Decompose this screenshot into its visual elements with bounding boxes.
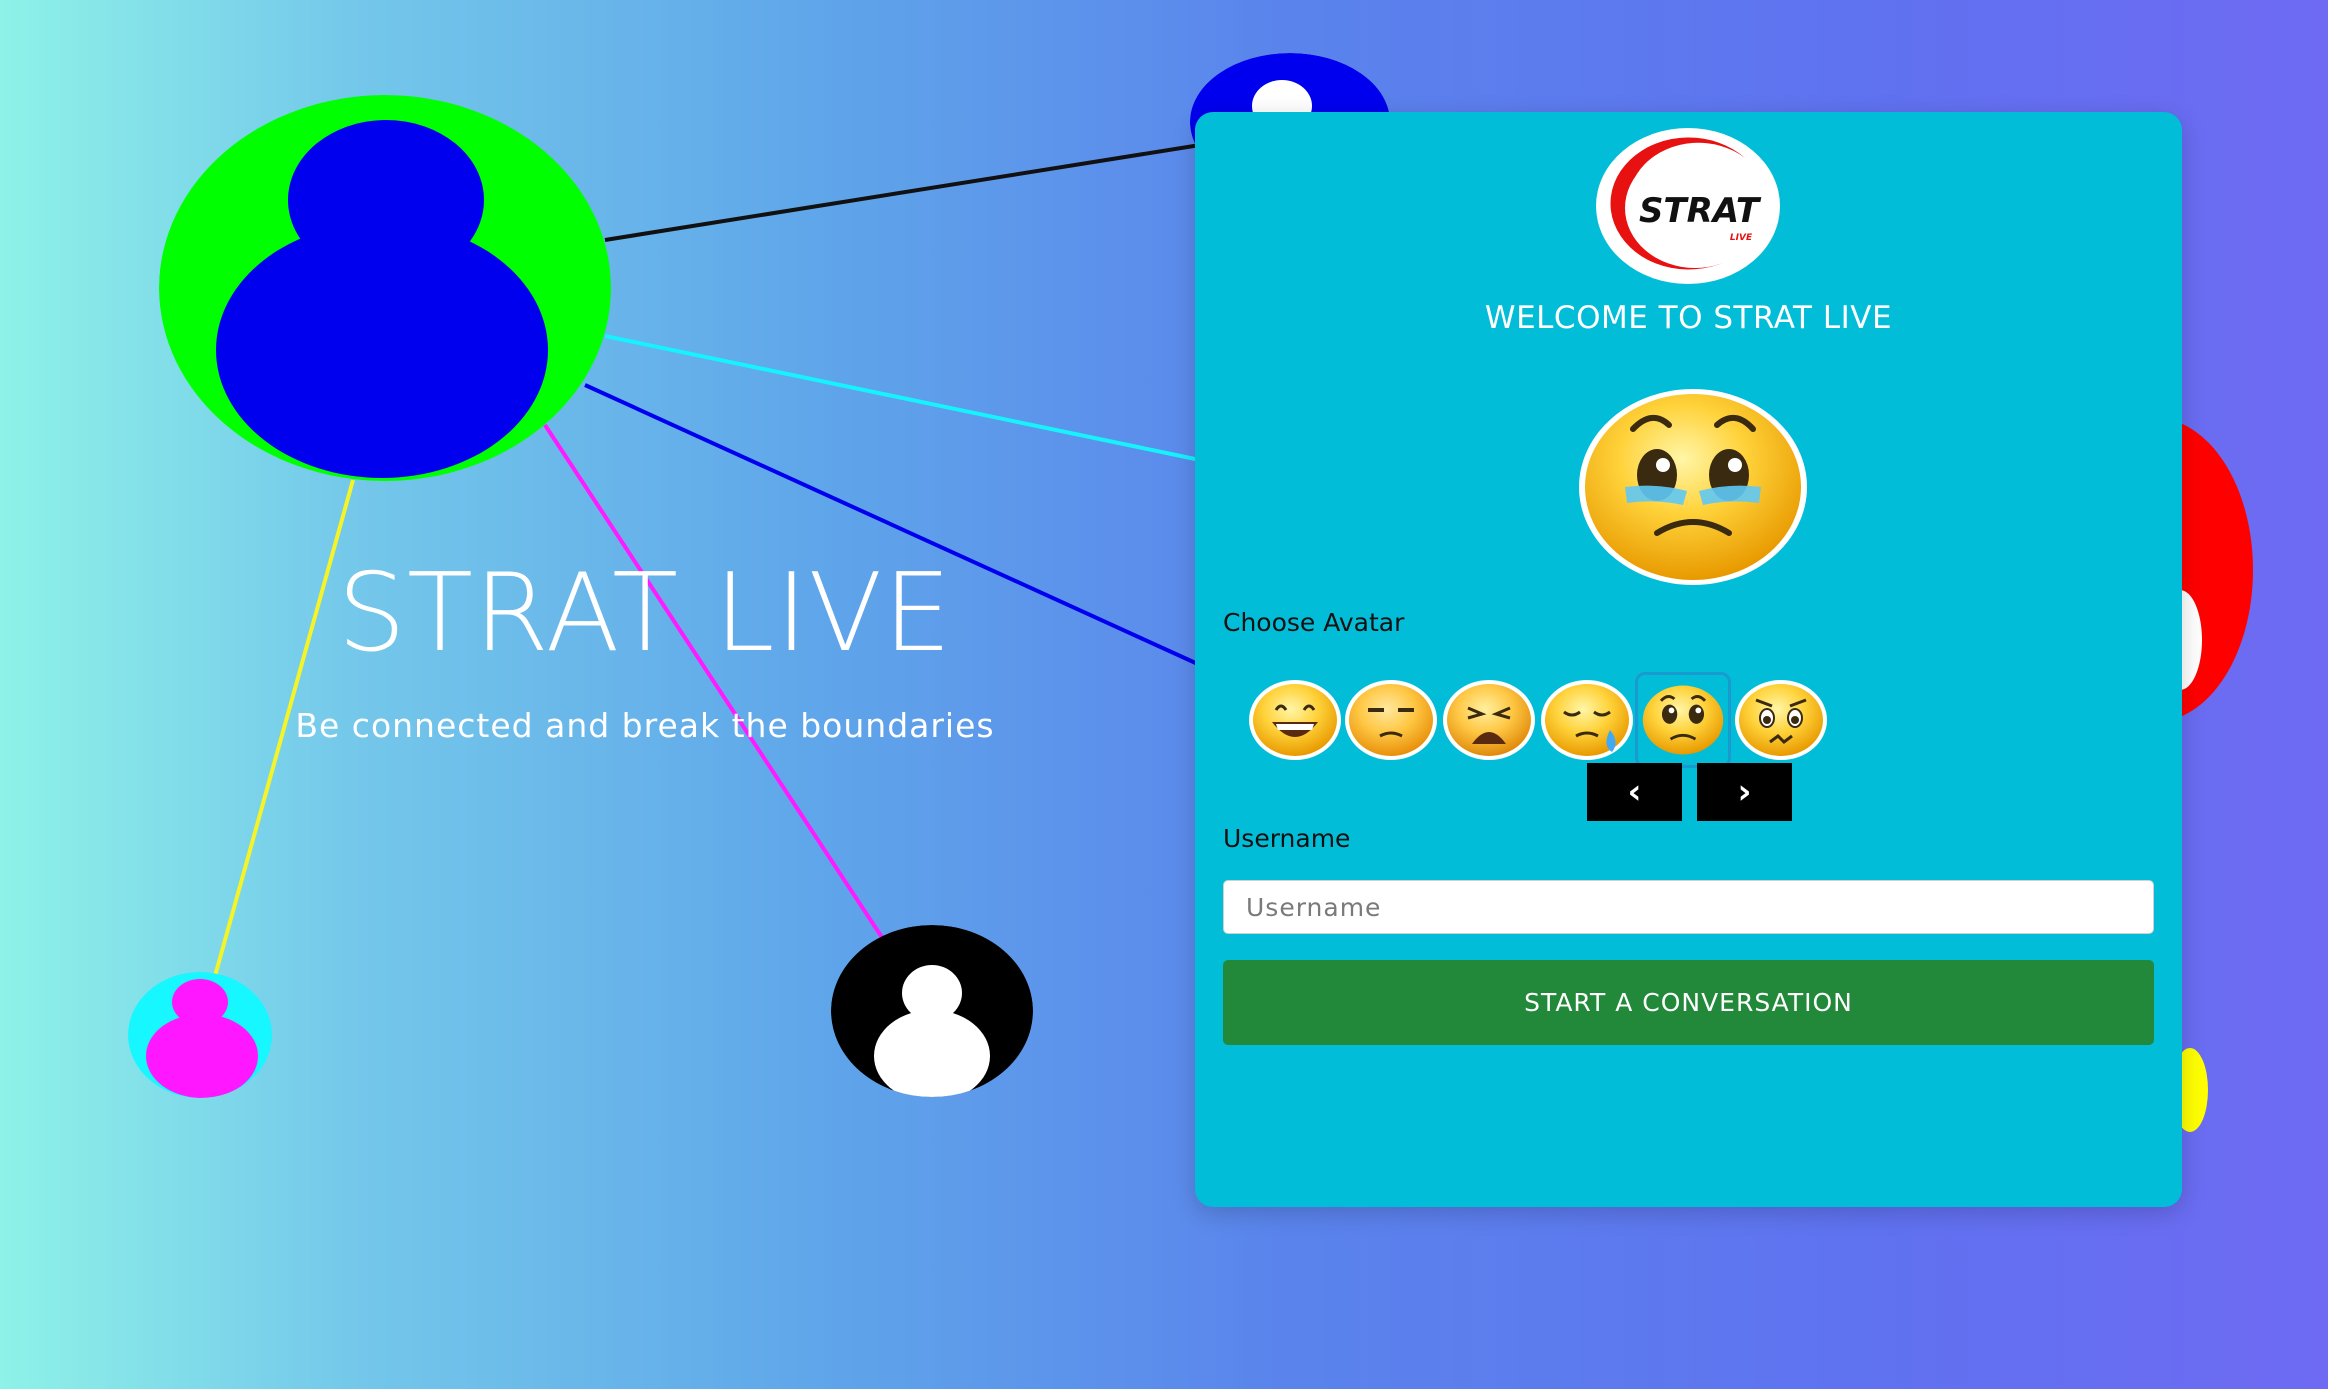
start-conversation-button[interactable]: START A CONVERSATION [1223, 960, 2154, 1045]
login-card: STRAT LIVE WELCOME TO STRAT LIVE Choose … [1195, 112, 2182, 1207]
user-node-green [159, 95, 611, 481]
avatar-prev-button[interactable]: ‹ [1587, 763, 1682, 821]
svg-text:LIVE: LIVE [1730, 233, 1753, 243]
selected-avatar-pleading-face-icon [1579, 389, 1807, 585]
worried-face-icon [1735, 680, 1827, 760]
unamused-face-icon [1345, 680, 1437, 760]
grinning-face-icon [1249, 680, 1341, 760]
user-node-black [831, 925, 1033, 1097]
username-label: Username [1223, 824, 1351, 853]
avatar-option-grinning[interactable] [1247, 672, 1343, 768]
avatar-option-unamused[interactable] [1343, 672, 1439, 768]
choose-avatar-label: Choose Avatar [1223, 608, 1405, 637]
welcome-title: WELCOME TO STRAT LIVE [1484, 300, 1893, 336]
user-node-cyan [128, 972, 272, 1098]
avatar-next-button[interactable]: › [1697, 763, 1792, 821]
strat-live-logo: STRAT LIVE [1596, 128, 1780, 284]
avatar-option-worried[interactable] [1733, 672, 1829, 768]
hero-subtitle: Be connected and break the boundaries [295, 706, 995, 745]
avatar-picker [1195, 672, 2182, 772]
username-input[interactable] [1223, 880, 2154, 934]
avatar-option-sleepy[interactable] [1539, 672, 1635, 768]
avatar-option-pleading[interactable] [1635, 672, 1731, 768]
sleepy-face-icon [1541, 680, 1633, 760]
avatar-option-weary[interactable] [1441, 672, 1537, 768]
pleading-face-icon [1642, 685, 1724, 755]
weary-face-icon [1443, 680, 1535, 760]
svg-text:STRAT: STRAT [1639, 191, 1762, 231]
hero-title: STRAT LIVE [337, 551, 953, 676]
